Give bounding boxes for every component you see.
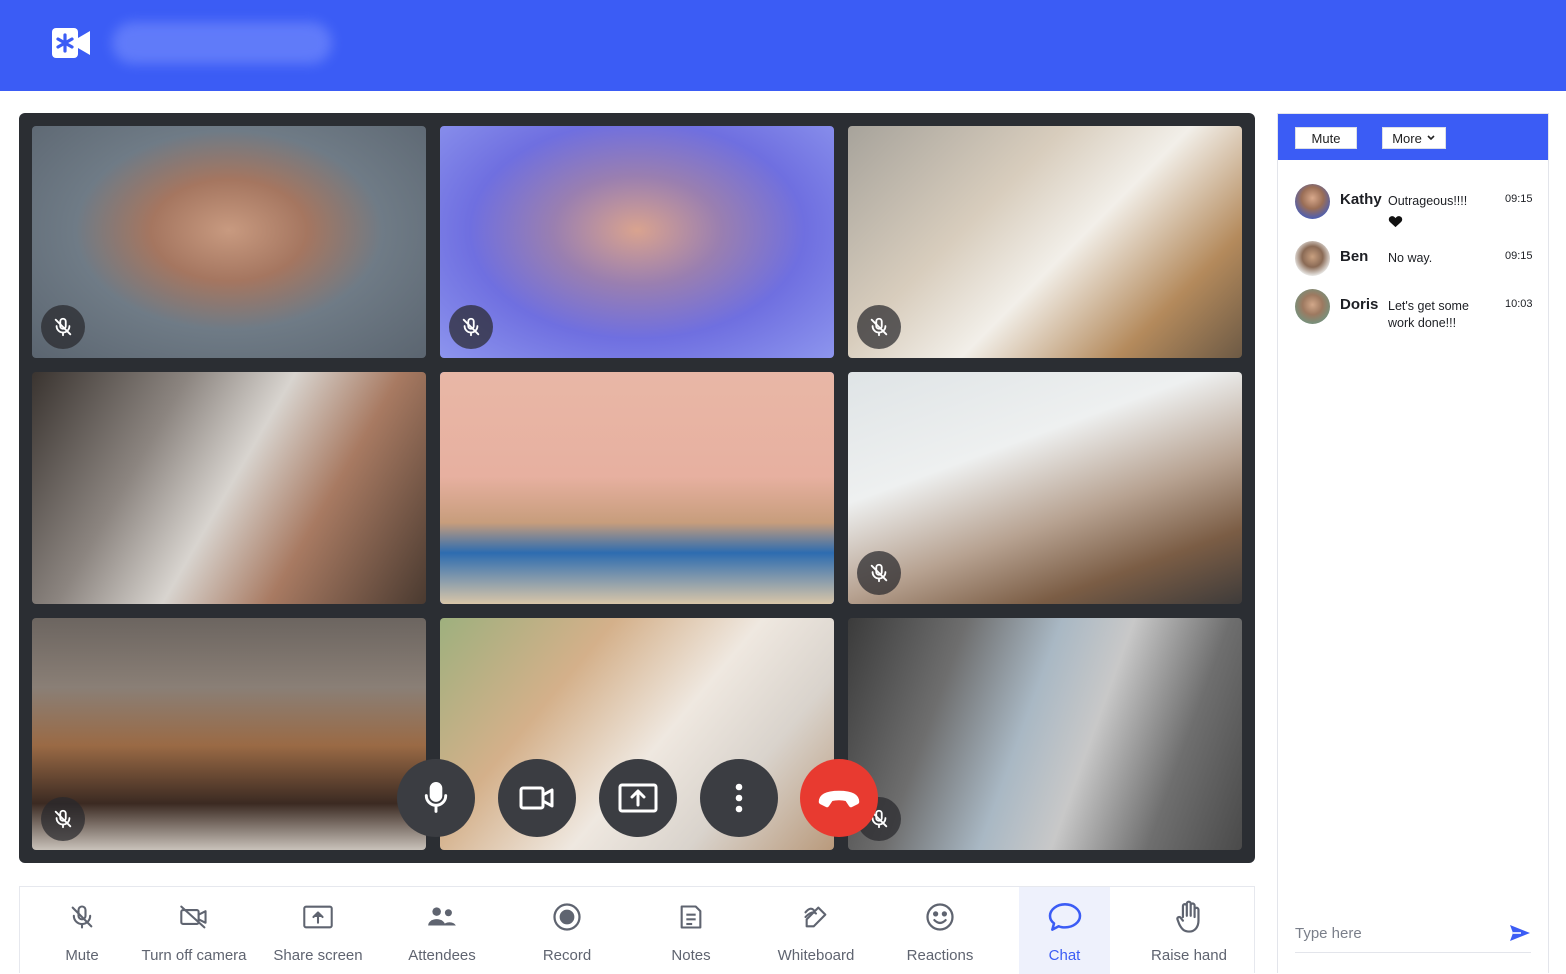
chat-sender: Kathy [1340,191,1382,208]
toolbar-label: Raise hand [1151,947,1227,964]
chat-message: Doris Let's get some work done!!! 10:03 [1295,289,1535,339]
heart-icon [1388,216,1403,228]
toolbar-notes-button[interactable]: Notes [629,887,753,974]
video-grid [19,113,1255,863]
participant-tile[interactable] [32,126,426,358]
chat-input-placeholder: Type here [1295,925,1362,942]
participant-tile[interactable] [848,126,1242,358]
chat-mute-button[interactable]: Mute [1295,127,1357,149]
participant-tile[interactable] [848,372,1242,604]
toolbar-label: Whiteboard [777,947,855,964]
chat-text: No way. [1388,251,1433,265]
whiteboard-icon [802,901,830,933]
chat-panel-header: Mute More [1278,114,1548,160]
avatar [1295,289,1330,324]
share-screen-icon [302,901,334,933]
notes-icon [677,901,705,933]
camera-off-icon [179,901,209,933]
mic-off-icon [68,901,96,933]
chat-more-label: More [1392,130,1422,146]
toolbar-chat-button[interactable]: Chat [1019,887,1110,974]
camera-icon [519,786,554,810]
reactions-icon [925,901,955,933]
more-options-button[interactable] [700,759,778,837]
toolbar-record-button[interactable]: Record [505,887,629,974]
toolbar-label: Share screen [273,947,363,964]
chat-text: Let's get some work done!!! [1388,299,1469,330]
toolbar-label: Reactions [906,947,974,964]
participant-tile-active-speaker[interactable] [440,372,834,604]
toolbar-mute-button[interactable]: Mute [20,887,144,974]
chat-sender: Doris [1340,296,1379,313]
camera-button[interactable] [498,759,576,837]
chat-mute-label: Mute [1311,130,1341,146]
more-vertical-icon [735,783,743,813]
attendees-icon [426,901,458,933]
hang-up-icon [818,790,860,808]
mic-off-icon [41,797,85,841]
toolbar-raise-hand-button[interactable]: Raise hand [1127,887,1251,974]
toolbar-whiteboard-button[interactable]: Whiteboard [754,887,878,974]
meeting-title-redacted [112,22,332,64]
app-header [0,0,1566,91]
chat-more-button[interactable]: More [1382,127,1446,149]
avatar [1295,184,1330,219]
participant-tile[interactable] [440,126,834,358]
toolbar-label: Notes [671,947,711,964]
hang-up-button[interactable] [800,759,878,837]
record-icon [552,901,582,933]
mic-off-icon [857,305,901,349]
microphone-button[interactable] [397,759,475,837]
chat-text: Outrageous!!!! [1388,194,1468,208]
participant-tile[interactable] [848,618,1242,850]
mic-off-icon [41,305,85,349]
participant-tile[interactable] [32,372,426,604]
share-screen-button[interactable] [599,759,677,837]
send-icon[interactable] [1509,923,1531,943]
chat-sender: Ben [1340,248,1369,265]
toolbar-label: Mute [65,947,99,964]
toolbar-share-screen-button[interactable]: Share screen [256,887,380,974]
chat-message: Kathy Outrageous!!!! 09:15 [1295,184,1535,234]
chat-message: Ben No way. 09:15 [1295,241,1535,281]
chat-icon [1047,901,1083,933]
mic-off-icon [857,551,901,595]
chat-time: 09:15 [1505,250,1533,262]
chat-time: 09:15 [1505,193,1533,205]
chat-input[interactable]: Type here [1295,919,1531,953]
toolbar-label: Record [542,947,592,964]
chat-panel: Mute More Kathy Outrageous!!!! 09:15 Ben… [1277,113,1549,973]
chevron-down-icon [1427,135,1435,141]
chat-time: 10:03 [1505,298,1533,310]
microphone-icon [424,781,448,813]
avatar [1295,241,1330,276]
toolbar-label: Turn off camera [141,947,247,964]
app-logo-icon [52,28,90,58]
participant-tile[interactable] [32,618,426,850]
screen-share-icon [618,783,658,813]
toolbar-label: Chat [1048,947,1081,964]
mic-off-icon [449,305,493,349]
toolbar-attendees-button[interactable]: Attendees [380,887,504,974]
raise-hand-icon [1175,900,1203,933]
toolbar-camera-button[interactable]: Turn off camera [132,887,256,974]
meeting-toolbar: Mute Turn off camera Share screen Attend… [19,886,1255,974]
toolbar-label: Attendees [408,947,476,964]
toolbar-reactions-button[interactable]: Reactions [878,887,1002,974]
